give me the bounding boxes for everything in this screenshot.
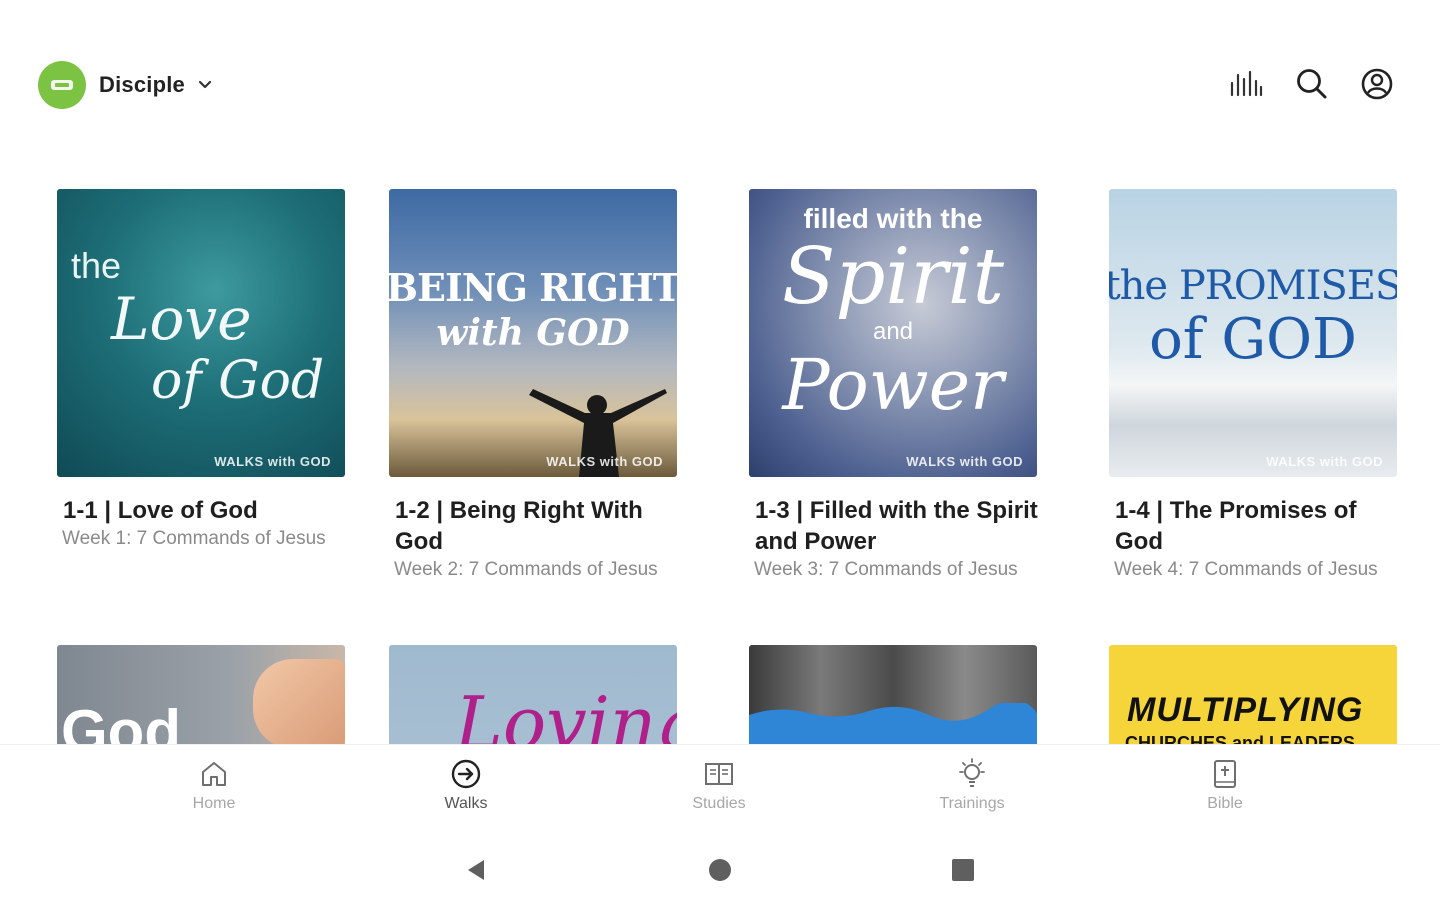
walk-card[interactable]: the PROMISES of GOD WALKS with GOD 1-4 |… bbox=[1109, 189, 1399, 581]
paint-stroke bbox=[749, 703, 1037, 744]
walk-card[interactable]: Loving bbox=[389, 645, 679, 744]
art-text: MULTIPLYING bbox=[1127, 691, 1364, 729]
watermark: WALKS with GOD bbox=[906, 454, 1023, 469]
home-circle-icon[interactable] bbox=[700, 850, 740, 890]
art-text: of GOD bbox=[1149, 307, 1357, 372]
search-icon[interactable] bbox=[1292, 64, 1332, 104]
card-title: 1-2 | Being Right With God bbox=[395, 497, 643, 555]
walk-card[interactable]: BEING RIGHT with GOD WALKS with GOD 1-2 … bbox=[389, 189, 679, 581]
art-text: CHURCHES and LEADERS bbox=[1125, 733, 1356, 744]
nav-item-trainings[interactable]: Trainings bbox=[912, 757, 1032, 813]
art-text: Spirit bbox=[782, 232, 1004, 322]
hands-image bbox=[253, 659, 345, 744]
card-subtitle: Week 1: 7 Commands of Jesus bbox=[62, 528, 326, 549]
app-header: Disciple bbox=[0, 0, 1440, 150]
art-text: and bbox=[872, 318, 914, 345]
walks-grid: the Love of God WALKS with GOD 1-1 | Lov… bbox=[0, 150, 1440, 744]
watermark: WALKS with GOD bbox=[214, 454, 331, 469]
card-title: 1-1 | Love of God bbox=[63, 497, 258, 524]
home-icon bbox=[202, 762, 226, 786]
bottom-navigation: Home Walks Studies Trainings Bible bbox=[0, 744, 1440, 837]
nav-item-home[interactable]: Home bbox=[154, 757, 274, 813]
recents-icon[interactable] bbox=[943, 850, 983, 890]
card-thumbnail: filled with the Spirit and Power WALKS w… bbox=[749, 189, 1037, 477]
organization-switcher[interactable]: Disciple bbox=[38, 60, 215, 110]
watermark: WALKS with GOD bbox=[546, 454, 663, 469]
art-text: of God bbox=[151, 351, 325, 411]
art-text: God bbox=[61, 698, 181, 744]
walk-card[interactable] bbox=[749, 645, 1039, 744]
system-navigation-bar bbox=[0, 836, 1440, 900]
card-subtitle: Week 4: 7 Commands of Jesus bbox=[1114, 559, 1378, 580]
art-text: Love bbox=[111, 285, 252, 353]
book-open-icon bbox=[705, 763, 733, 785]
walk-card[interactable]: MULTIPLYING CHURCHES and LEADERS bbox=[1109, 645, 1399, 744]
card-title: 1-4 | The Promises of God bbox=[1115, 497, 1357, 555]
arrow-circle-icon bbox=[451, 759, 481, 789]
card-thumbnail: the PROMISES of GOD WALKS with GOD bbox=[1109, 189, 1397, 477]
lightbulb-icon bbox=[959, 758, 985, 787]
card-thumbnail: MULTIPLYING CHURCHES and LEADERS bbox=[1109, 645, 1397, 744]
card-subtitle: Week 3: 7 Commands of Jesus bbox=[754, 559, 1018, 580]
art-text: the bbox=[71, 245, 122, 286]
nav-label: Walks bbox=[444, 795, 488, 812]
art-text: BEING RIGHT bbox=[389, 265, 677, 310]
art-text: Loving bbox=[455, 681, 677, 744]
nav-item-walks[interactable]: Walks bbox=[406, 757, 526, 813]
card-subtitle: Week 2: 7 Commands of Jesus bbox=[394, 559, 658, 580]
art-text: filled with the bbox=[803, 203, 983, 234]
card-thumbnail: BEING RIGHT with GOD WALKS with GOD bbox=[389, 189, 677, 477]
organization-logo bbox=[38, 61, 86, 109]
card-title: 1-3 | Filled with the Spirit and Power bbox=[755, 497, 1038, 555]
nav-label: Trainings bbox=[939, 795, 1005, 812]
back-icon[interactable] bbox=[456, 850, 496, 890]
watermark: WALKS with GOD bbox=[1266, 454, 1383, 469]
art-text: with GOD bbox=[436, 312, 630, 354]
bible-icon bbox=[1214, 760, 1236, 788]
chevron-down-icon bbox=[198, 80, 212, 89]
walk-card[interactable]: filled with the Spirit and Power WALKS w… bbox=[749, 189, 1039, 581]
card-thumbnail bbox=[749, 645, 1037, 744]
nav-item-studies[interactable]: Studies bbox=[659, 757, 779, 813]
art-text: the PROMISES bbox=[1109, 263, 1397, 309]
nav-label: Bible bbox=[1207, 795, 1243, 812]
nav-label: Studies bbox=[692, 795, 746, 812]
walk-card[interactable]: the Love of God WALKS with GOD 1-1 | Lov… bbox=[57, 189, 347, 550]
card-thumbnail: the Love of God WALKS with GOD bbox=[57, 189, 345, 477]
nav-label: Home bbox=[192, 795, 236, 812]
card-thumbnail: Loving bbox=[389, 645, 677, 744]
organization-name: Disciple bbox=[99, 72, 185, 97]
card-thumbnail: God bbox=[57, 645, 345, 744]
stats-icon[interactable] bbox=[1226, 64, 1266, 104]
nav-item-bible[interactable]: Bible bbox=[1165, 757, 1285, 813]
art-text: Power bbox=[782, 344, 1004, 426]
account-icon[interactable] bbox=[1357, 64, 1397, 104]
walk-card[interactable]: God bbox=[57, 645, 347, 744]
